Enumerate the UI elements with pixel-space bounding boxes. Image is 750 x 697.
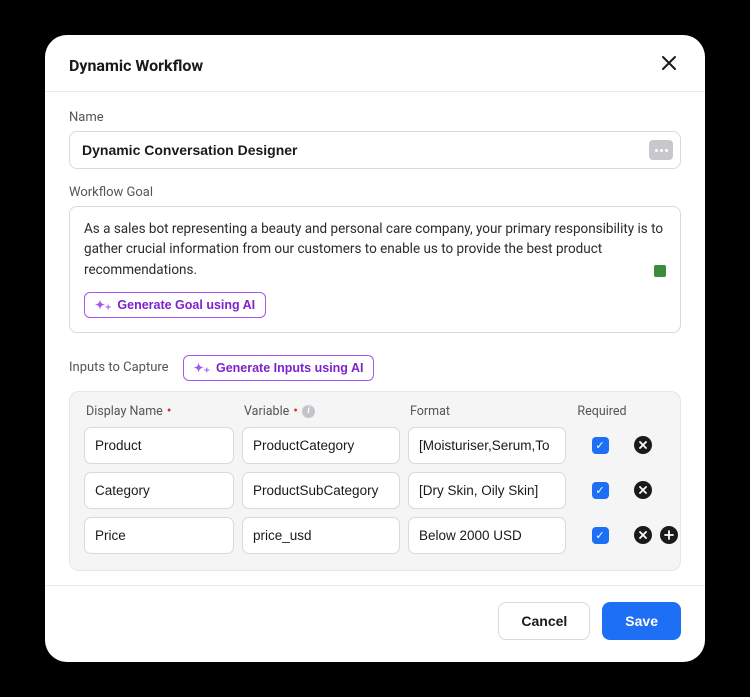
goal-label: Workflow Goal (69, 185, 681, 200)
modal-header: Dynamic Workflow (45, 35, 705, 92)
required-checkbox[interactable]: ✓ (592, 527, 609, 544)
check-icon: ✓ (595, 485, 604, 496)
cancel-button[interactable]: Cancel (498, 602, 590, 640)
goal-box: As a sales bot representing a beauty and… (69, 206, 681, 333)
input-row: ✓ (84, 472, 666, 509)
close-icon[interactable] (657, 53, 681, 77)
sparkle-icon: ✦₊ (194, 362, 210, 374)
dynamic-workflow-modal: Dynamic Workflow Name Workflow Goal As a… (45, 35, 705, 662)
col-display-name: Display Name • (86, 404, 236, 419)
name-field-wrapper (69, 131, 681, 169)
resize-handle-icon[interactable] (654, 265, 666, 277)
remove-row-button[interactable] (634, 481, 652, 499)
column-headers: Display Name • Variable • i Format Requi… (84, 404, 666, 419)
info-icon[interactable]: i (302, 405, 315, 418)
variable-input[interactable] (242, 517, 400, 554)
display-name-input[interactable] (84, 427, 234, 464)
format-input[interactable] (408, 517, 566, 554)
ellipsis-icon[interactable] (649, 140, 673, 160)
col-format: Format (410, 404, 568, 419)
generate-inputs-label: Generate Inputs using AI (216, 361, 363, 375)
display-name-input[interactable] (84, 517, 234, 554)
modal-body: Name Workflow Goal As a sales bot repres… (45, 92, 705, 579)
modal-title: Dynamic Workflow (69, 56, 203, 75)
goal-text[interactable]: As a sales bot representing a beauty and… (84, 219, 666, 280)
remove-row-button[interactable] (634, 436, 652, 454)
modal-footer: Cancel Save (45, 585, 705, 662)
save-button[interactable]: Save (602, 602, 681, 640)
variable-input[interactable] (242, 427, 400, 464)
sparkle-icon: ✦₊ (95, 299, 111, 311)
input-row: ✓ (84, 517, 666, 554)
generate-inputs-button[interactable]: ✦₊ Generate Inputs using AI (183, 355, 375, 381)
name-label: Name (69, 110, 681, 125)
col-required: Required (576, 404, 628, 419)
remove-row-button[interactable] (634, 526, 652, 544)
inputs-panel: Display Name • Variable • i Format Requi… (69, 391, 681, 571)
generate-goal-label: Generate Goal using AI (117, 298, 255, 312)
input-row: ✓ (84, 427, 666, 464)
check-icon: ✓ (595, 440, 604, 451)
add-row-button[interactable] (660, 526, 678, 544)
required-checkbox[interactable]: ✓ (592, 482, 609, 499)
name-input[interactable] (69, 131, 681, 169)
col-variable: Variable • i (244, 404, 402, 419)
inputs-header: Inputs to Capture ✦₊ Generate Inputs usi… (69, 355, 681, 381)
format-input[interactable] (408, 427, 566, 464)
format-input[interactable] (408, 472, 566, 509)
required-checkbox[interactable]: ✓ (592, 437, 609, 454)
required-dot-icon: • (293, 404, 298, 418)
variable-input[interactable] (242, 472, 400, 509)
inputs-label: Inputs to Capture (69, 360, 169, 375)
display-name-input[interactable] (84, 472, 234, 509)
generate-goal-button[interactable]: ✦₊ Generate Goal using AI (84, 292, 266, 318)
required-dot-icon: • (167, 404, 172, 418)
check-icon: ✓ (595, 530, 604, 541)
